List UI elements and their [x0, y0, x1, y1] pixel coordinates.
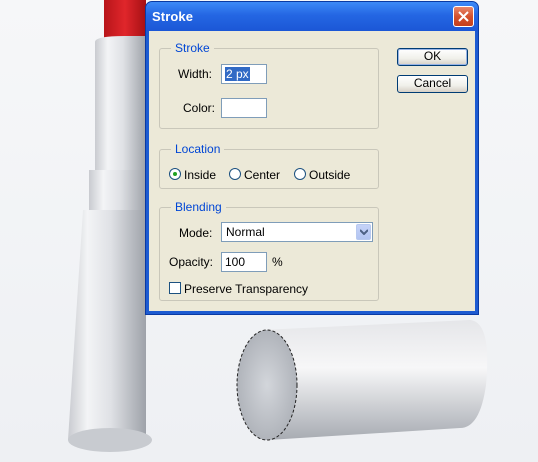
blending-group: Blending Mode: Normal Opacity: 100 % Pre… [159, 200, 379, 301]
title-bar[interactable]: Stroke [146, 2, 478, 31]
width-input[interactable]: 2 px [221, 64, 267, 84]
mode-dropdown-button[interactable] [356, 224, 371, 240]
close-button[interactable] [453, 6, 474, 27]
cap-opening [236, 329, 298, 441]
dialog-title: Stroke [152, 9, 194, 24]
stroke-group: Stroke Width: 2 px Color: [159, 41, 379, 129]
radio-outside[interactable] [294, 168, 306, 180]
preserve-transparency-label: Preserve Transparency [184, 282, 309, 296]
ok-button[interactable]: OK [397, 48, 468, 66]
opacity-unit: % [272, 255, 283, 269]
close-icon [458, 11, 469, 22]
preserve-transparency-checkbox[interactable] [169, 282, 181, 294]
width-label: Width: [178, 67, 213, 81]
stroke-legend: Stroke [171, 41, 214, 55]
outside-label: Outside [309, 168, 351, 182]
width-value: 2 px [225, 67, 250, 81]
radio-center[interactable] [229, 168, 241, 180]
opacity-label: Opacity: [169, 255, 214, 269]
center-label: Center [244, 168, 281, 182]
stroke-dialog: Stroke Stroke Width: 2 px Color: Locatio… [145, 1, 479, 315]
chevron-down-icon [360, 229, 368, 235]
color-label: Color: [183, 101, 216, 115]
mode-value: Normal [226, 225, 265, 239]
location-group: Location Inside Center Outside [159, 142, 379, 189]
location-legend: Location [171, 142, 225, 156]
mode-select[interactable]: Normal [221, 222, 373, 242]
blending-legend: Blending [171, 200, 226, 214]
radio-inside[interactable] [169, 168, 181, 180]
color-swatch[interactable] [221, 98, 267, 118]
inside-label: Inside [184, 168, 217, 182]
mode-label: Mode: [179, 226, 213, 240]
opacity-input[interactable]: 100 [221, 252, 267, 272]
opacity-value: 100 [225, 255, 246, 269]
dialog-client: Stroke Width: 2 px Color: Location Insid… [149, 31, 475, 311]
lipstick-sleeve [95, 36, 146, 180]
cancel-button[interactable]: Cancel [397, 75, 468, 93]
lipstick-base [68, 210, 146, 449]
